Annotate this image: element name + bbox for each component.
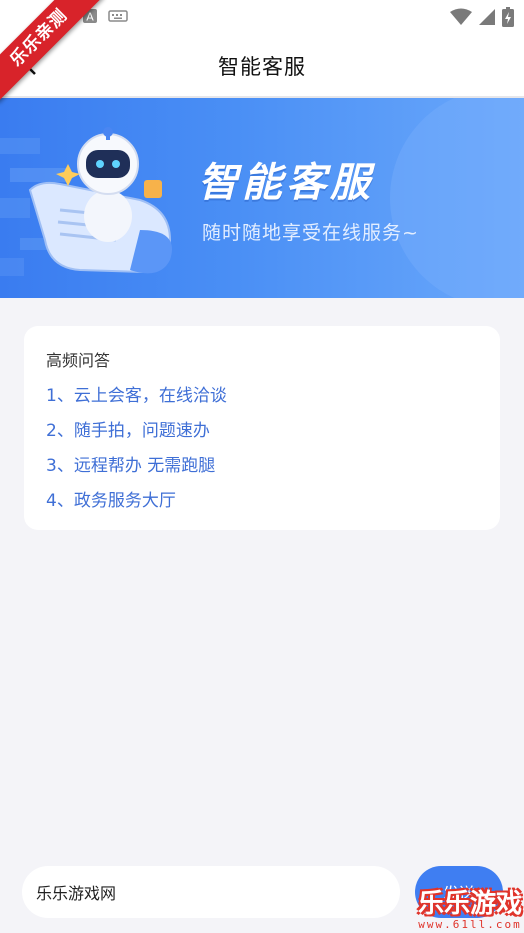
keyboard-icon: [108, 10, 128, 22]
watermark-logo: 乐乐游戏 www.61ll.com: [418, 890, 522, 931]
faq-item[interactable]: 4、政务服务大厅: [46, 486, 176, 511]
status-icons-right: [450, 7, 514, 27]
faq-card: 高频问答 1、云上会客，在线洽谈 2、随手拍，问题速办 3、远程帮办 无需跑腿 …: [24, 326, 500, 530]
watermark-url: www.61ll.com: [418, 918, 522, 931]
battery-charging-icon: [502, 7, 514, 27]
banner-title: 智能客服: [198, 160, 374, 206]
app-bar: 智能客服: [0, 34, 524, 98]
faq-item[interactable]: 3、远程帮办 无需跑腿: [46, 451, 215, 476]
banner: 智能客服 随时随地享受在线服务~: [0, 98, 524, 298]
banner-subtitle: 随时随地享受在线服务~: [202, 222, 419, 244]
faq-heading: 高频问答: [46, 351, 111, 370]
page-title: 智能客服: [218, 55, 306, 79]
robot-mascot-icon: [28, 127, 172, 274]
watermark-title: 乐乐游戏: [417, 889, 522, 919]
faq-item[interactable]: 2、随手拍，问题速办: [46, 416, 210, 441]
signal-icon: [479, 9, 495, 25]
wifi-icon: [450, 8, 472, 25]
faq-item[interactable]: 1、云上会客，在线洽谈: [46, 381, 227, 406]
svg-text:A: A: [86, 11, 94, 24]
message-input[interactable]: [22, 866, 400, 918]
